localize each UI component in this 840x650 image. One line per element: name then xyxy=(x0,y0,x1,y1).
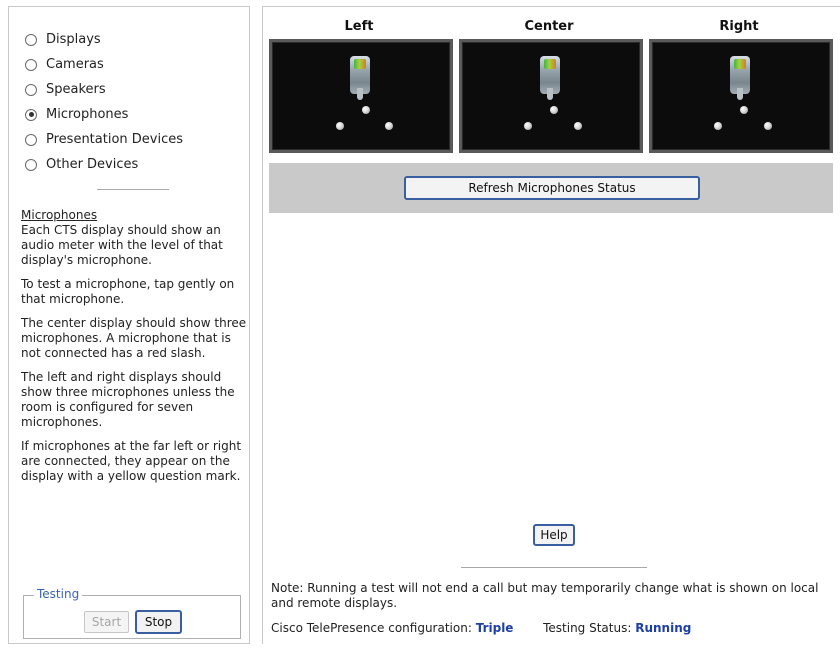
center-display-heading: Center xyxy=(524,19,574,34)
level-lamp xyxy=(734,59,746,69)
help-paragraph: If microphones at the far left or right … xyxy=(21,439,242,483)
help-paragraph: The center display should show three mic… xyxy=(21,316,247,360)
microphone-icon xyxy=(362,106,370,114)
left-display-heading: Left xyxy=(344,19,374,34)
note-text: Note: Running a test will not end a call… xyxy=(271,581,819,610)
help-paragraph: Each CTS display should show an audio me… xyxy=(21,223,223,267)
device-radio-group: Displays Cameras Speakers Microphones Pr… xyxy=(25,27,183,177)
radio-button[interactable] xyxy=(25,133,37,146)
testing-group: Testing Start Stop xyxy=(23,587,241,639)
microphone-level-meter-icon xyxy=(540,56,560,100)
radio-label: Presentation Devices xyxy=(46,132,184,147)
help-title: Microphones xyxy=(21,208,98,222)
status-line: Cisco TelePresence configuration: Triple… xyxy=(271,621,831,635)
right-display-preview xyxy=(649,39,833,153)
radio-label: Other Devices xyxy=(46,157,139,172)
microphone-icon xyxy=(524,122,532,130)
meter-stem xyxy=(357,88,363,100)
divider xyxy=(97,189,169,190)
radio-microphones[interactable]: Microphones xyxy=(25,102,183,127)
radio-label: Microphones xyxy=(46,107,129,122)
radio-button[interactable] xyxy=(25,158,37,171)
testing-status-label: Testing Status: xyxy=(543,621,632,635)
testing-status-value: Running xyxy=(635,621,692,635)
microphone-icon xyxy=(336,122,344,130)
level-lamp xyxy=(354,59,366,69)
start-button[interactable]: Start xyxy=(84,611,129,633)
radio-label: Cameras xyxy=(46,57,104,72)
microphone-icon xyxy=(574,122,582,130)
radio-button[interactable] xyxy=(25,58,37,71)
config-value: Triple xyxy=(475,621,514,635)
microphone-icon xyxy=(714,122,722,130)
refresh-microphones-status-button[interactable]: Refresh Microphones Status xyxy=(404,176,700,200)
stop-button[interactable]: Stop xyxy=(135,610,182,634)
help-paragraph: To test a microphone, tap gently on that… xyxy=(21,277,235,306)
help-paragraph: The left and right displays should show … xyxy=(21,370,235,429)
microphone-icon xyxy=(550,106,558,114)
center-display-preview xyxy=(459,39,643,153)
divider xyxy=(461,567,647,568)
radio-displays[interactable]: Displays xyxy=(25,27,183,52)
left-panel: Displays Cameras Speakers Microphones Pr… xyxy=(8,6,250,644)
help-text: Microphones Each CTS display should show… xyxy=(21,208,247,493)
radio-presentation-devices[interactable]: Presentation Devices xyxy=(25,127,183,152)
testing-legend: Testing xyxy=(34,587,83,601)
meter-stem xyxy=(737,88,743,100)
refresh-bar: Refresh Microphones Status xyxy=(269,163,833,213)
config-label: Cisco TelePresence configuration: xyxy=(271,621,472,635)
radio-button-selected[interactable] xyxy=(25,108,37,121)
radio-label: Speakers xyxy=(46,82,106,97)
level-lamp xyxy=(544,59,556,69)
right-panel: Left Center Right Refresh Microphones St… xyxy=(262,6,840,644)
help-button[interactable]: Help xyxy=(533,524,575,546)
left-display-preview xyxy=(269,39,453,153)
microphone-level-meter-icon xyxy=(350,56,370,100)
meter-stem xyxy=(547,88,553,100)
microphone-level-meter-icon xyxy=(730,56,750,100)
microphone-icon xyxy=(764,122,772,130)
radio-button[interactable] xyxy=(25,33,37,46)
radio-label: Displays xyxy=(46,32,101,47)
right-display-heading: Right xyxy=(719,19,759,34)
radio-speakers[interactable]: Speakers xyxy=(25,77,183,102)
radio-other-devices[interactable]: Other Devices xyxy=(25,152,183,177)
radio-cameras[interactable]: Cameras xyxy=(25,52,183,77)
microphone-icon xyxy=(740,106,748,114)
radio-button[interactable] xyxy=(25,83,37,96)
microphone-icon xyxy=(385,122,393,130)
